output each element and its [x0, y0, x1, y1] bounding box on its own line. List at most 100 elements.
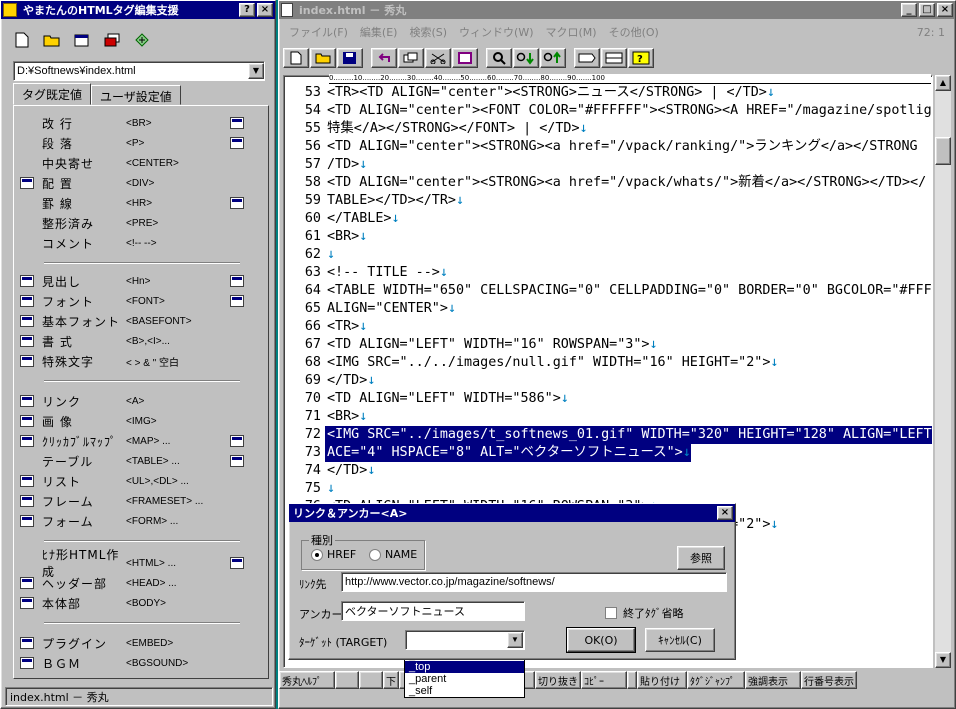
code-line[interactable]: 67 <TD ALIGN="LEFT" WIDTH="16" ROWSPAN="3… [284, 336, 658, 354]
tag-window-icon[interactable] [20, 475, 34, 487]
tag-dialog-icon[interactable] [230, 197, 244, 209]
dialog-titlebar[interactable]: リンク＆アンカー<A> × [289, 504, 735, 522]
vertical-scrollbar[interactable]: ▲ ▼ [935, 75, 951, 668]
radio-name[interactable]: NAME [369, 548, 417, 561]
tag-item[interactable]: 配 置 <DIV> [20, 174, 264, 192]
tag-icon[interactable] [574, 48, 600, 68]
function-key[interactable]: 切り抜き [535, 671, 581, 689]
cut-icon[interactable] [425, 48, 451, 68]
tag-dialog-icon[interactable] [230, 117, 244, 129]
search-icon[interactable] [486, 48, 512, 68]
open-folder-icon[interactable] [41, 29, 63, 51]
menu-file[interactable]: ファイル(F) [289, 24, 348, 40]
tag-window-icon[interactable] [20, 177, 34, 189]
omit-end-tag-checkbox[interactable]: 終了ﾀｸﾞ省略 [605, 605, 684, 621]
paste-icon[interactable] [452, 48, 478, 68]
code-line[interactable]: 55 特集</A></STRONG></FONT> | </TD>↓ [284, 120, 588, 138]
code-line[interactable]: 57/TD>↓ [284, 156, 367, 174]
anchor-field[interactable]: ベクターソフトニュース [341, 601, 525, 621]
maximize-button[interactable]: □ [919, 3, 935, 17]
function-key[interactable]: 強調表示 [745, 671, 801, 689]
scroll-down-icon[interactable]: ▼ [935, 652, 951, 668]
window-list-icon[interactable] [101, 29, 123, 51]
tag-item[interactable]: 特殊文字 < > & " 空白 [20, 352, 264, 370]
menu-search[interactable]: 検索(S) [409, 24, 447, 40]
tag-item[interactable]: 基本フォント <BASEFONT> [20, 312, 264, 330]
tag-window-icon[interactable] [20, 315, 34, 327]
code-line[interactable]: 58 <TD ALIGN="center"><STRONG><a href="/v… [284, 174, 926, 192]
tag-window-icon[interactable] [20, 335, 34, 347]
function-key[interactable] [359, 671, 383, 689]
code-line[interactable]: 66 <TR>↓ [284, 318, 367, 336]
target-combobox[interactable]: ▼ [405, 630, 525, 650]
tag-window-icon[interactable] [20, 657, 34, 669]
new-document-icon[interactable] [283, 48, 309, 68]
tools-icon[interactable] [131, 29, 153, 51]
tag-item[interactable]: リスト <UL>,<DL> ... [20, 472, 264, 490]
file-path-combobox[interactable]: D:¥Softnews¥index.html ▼ [13, 61, 265, 81]
code-line[interactable]: 68 <IMG SRC="../../images/null.gif" WIDTH… [284, 354, 779, 372]
tag-item[interactable]: テーブル <TABLE> ... [20, 452, 264, 470]
tag-item[interactable]: ﾋﾅ形HTML作成 <HTML> ... [20, 548, 264, 579]
open-icon[interactable] [310, 48, 336, 68]
code-line[interactable]: 73 ACE="4" HSPACE="8" ALT="ベクターソフトニュース">↓ [284, 444, 691, 462]
code-line[interactable]: 56 <TD ALIGN="center"><STRONG><a href="/v… [284, 138, 918, 156]
menu-window[interactable]: ウィンドウ(W) [459, 24, 533, 40]
tag-item[interactable]: 書 式 <B>,<I>... [20, 332, 264, 350]
tag-window-icon[interactable] [20, 295, 34, 307]
tag-window-icon[interactable] [20, 495, 34, 507]
code-line[interactable]: 53 <TR><TD ALIGN="center"><STRONG>ニュース</S… [284, 84, 775, 102]
tag-item[interactable]: リンク <A> [20, 392, 264, 410]
save-icon[interactable] [337, 48, 363, 68]
code-line[interactable]: 60 </TABLE>↓ [284, 210, 400, 228]
function-key[interactable]: 秀丸ﾍﾙﾌﾟ [279, 671, 335, 689]
chevron-down-icon[interactable]: ▼ [248, 63, 264, 79]
tag-item[interactable]: フォーム <FORM> ... [20, 512, 264, 530]
code-line[interactable]: 64 <TABLE WIDTH="650" CELLSPACING="0" CEL… [284, 282, 932, 300]
tag-item[interactable]: ｸﾘｯｶﾌﾞﾙﾏｯﾌﾟ <MAP> ... [20, 432, 264, 450]
tag-item[interactable]: ＢＧＭ <BGSOUND> [20, 654, 264, 672]
tag-dialog-icon[interactable] [230, 557, 244, 569]
tag-window-icon[interactable] [20, 275, 34, 287]
tag-item[interactable]: 中央寄せ <CENTER> [20, 154, 264, 172]
tag-item[interactable]: 見出し <Hn> [20, 272, 264, 290]
tag-item[interactable]: フレーム <FRAMESET> ... [20, 492, 264, 510]
radio-href[interactable]: HREF [311, 548, 356, 561]
tag-window-icon[interactable] [20, 355, 34, 367]
search-down-icon[interactable] [513, 48, 539, 68]
target-chevron-down-icon[interactable]: ▼ [507, 632, 523, 648]
tag-window-icon[interactable] [20, 395, 34, 407]
tag-item[interactable]: ヘッダー部 <HEAD> ... [20, 574, 264, 592]
close-button[interactable]: × [257, 3, 273, 17]
code-line[interactable]: 59 TABLE></TD></TR>↓ [284, 192, 464, 210]
target-option[interactable]: _self [405, 685, 524, 697]
function-key[interactable]: 行番号表示 [801, 671, 857, 689]
function-key[interactable]: ﾀｸﾞｼﾞｬﾝﾌﾟ [687, 671, 745, 689]
code-line[interactable]: 61 <BR>↓ [284, 228, 367, 246]
tag-item[interactable]: 改 行 <BR> [20, 114, 264, 132]
tag-window-icon[interactable] [20, 515, 34, 527]
undo-icon[interactable] [371, 48, 397, 68]
tag-item[interactable]: 段 落 <P> [20, 134, 264, 152]
tag-window-icon[interactable] [20, 637, 34, 649]
search-up-icon[interactable] [540, 48, 566, 68]
function-key[interactable] [335, 671, 359, 689]
function-key[interactable]: ｺﾋﾟｰ [581, 671, 627, 689]
tab-default-tags[interactable]: タグ既定値 [13, 83, 92, 105]
minimize-button[interactable]: _ [901, 3, 917, 17]
tag-window-icon[interactable] [20, 577, 34, 589]
tag-dialog-icon[interactable] [230, 455, 244, 467]
editor-close-button[interactable]: × [937, 3, 953, 17]
tag-item[interactable]: プラグイン <EMBED> [20, 634, 264, 652]
code-line[interactable]: 69 </TD>↓ [284, 372, 376, 390]
scroll-thumb[interactable] [935, 137, 951, 165]
tag-item[interactable]: 罫 線 <HR> [20, 194, 264, 212]
tag-window-icon[interactable] [20, 415, 34, 427]
tag-dialog-icon[interactable] [230, 295, 244, 307]
link-field[interactable]: http://www.vector.co.jp/magazine/softnew… [341, 572, 727, 592]
menu-other[interactable]: その他(O) [609, 24, 659, 40]
target-option[interactable]: _parent [405, 673, 524, 685]
function-key[interactable]: 貼り付け [637, 671, 687, 689]
tag-item[interactable]: 画 像 <IMG> [20, 412, 264, 430]
radio-name-dot[interactable] [369, 548, 381, 561]
